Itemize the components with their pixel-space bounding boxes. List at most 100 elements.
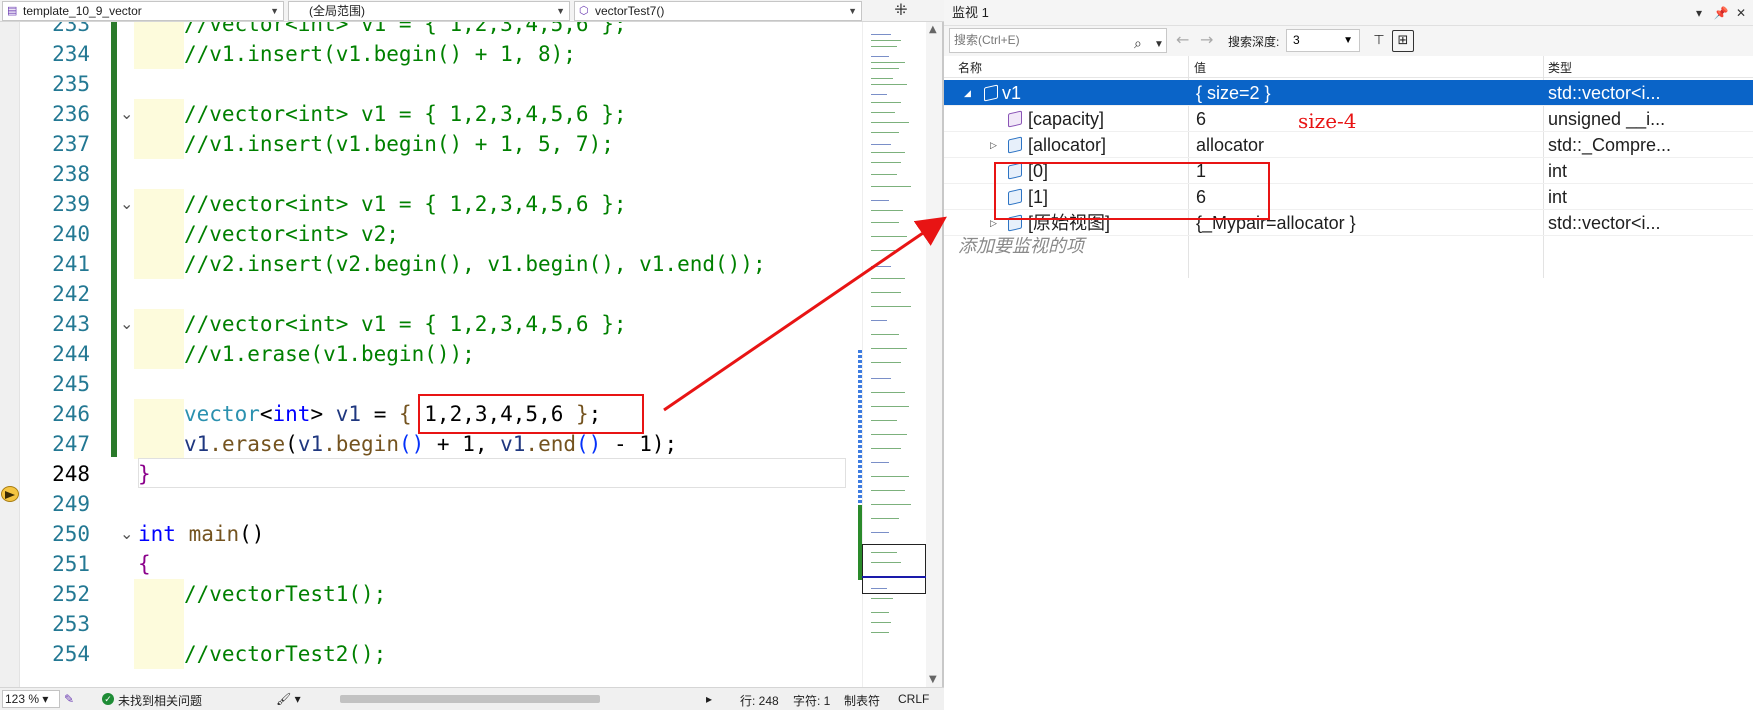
chevron-down-icon: ▼ [556,6,565,16]
watch-row-value[interactable]: 6 [1196,106,1542,132]
code-text: //vector<int> v1 = { 1,2,3,4,5,6 }; [134,189,627,219]
watch-search-input[interactable]: 搜索(Ctrl+E) ⌕ ▼ [949,28,1167,53]
code-line: 234 //v1.insert(v1.begin() + 1, 8); [20,39,862,69]
horizontal-scrollbar[interactable] [330,694,710,704]
column-value-header[interactable]: 值 [1194,59,1206,76]
window-options-icon[interactable]: ▾ [1689,0,1709,26]
chevron-down-icon[interactable]: ▼ [1154,33,1164,56]
scope-dropdown-label: (全局范围) [309,4,365,18]
function-icon: ⬡ [579,5,589,17]
intellicode-icon[interactable]: ✎ [64,692,74,706]
watch-row-type: std::_Compre... [1548,135,1672,155]
watch-row-name: [capacity] [1028,109,1105,129]
code-line: 233 //vector<int> v1 = { 1,2,3,4,5,6 }; [20,22,862,39]
watch-row-type: int [1548,187,1568,207]
scroll-down-icon[interactable]: ▼ [929,674,937,685]
minimap-viewport[interactable] [862,544,926,594]
line-number: 239 [52,192,90,216]
scroll-right-icon[interactable]: ▸ [706,692,712,706]
column-indicator[interactable]: 字符: 1 [793,692,830,709]
collapse-chevron-icon[interactable]: ⌄ [120,519,140,549]
line-number: 247 [52,432,90,456]
function-dropdown-label: vectorTest7() [595,4,665,18]
column-type-header[interactable]: 类型 [1548,59,1572,76]
code-line: 237 //v1.insert(v1.begin() + 1, 5, 7); [20,129,862,159]
collapse-triangle-icon[interactable]: ◢ [964,80,971,106]
search-previous-icon[interactable]: ← [1176,30,1189,49]
view-format-icon[interactable]: ⊞ [1392,30,1414,52]
watch-row[interactable]: ◢ v1 { size=2 } std::vector<i... [944,80,1753,106]
column-name-header[interactable]: 名称 [958,59,982,76]
line-number: 254 [52,642,90,666]
chevron-down-icon: ▼ [848,6,857,16]
code-line: 244 //v1.erase(v1.begin()); [20,339,862,369]
code-line: 251 { [20,549,862,579]
pin-icon[interactable]: 📌 [1711,0,1731,26]
search-icon[interactable]: ⌕ [1134,32,1142,55]
function-dropdown[interactable]: ⬡ vectorTest7() ▼ [574,1,862,21]
project-dropdown[interactable]: ▤ template_10_9_vector ▼ [2,1,284,21]
code-line: 240 //vector<int> v2; [20,219,862,249]
vertical-scrollbar[interactable]: ▲ ▼ [926,22,942,687]
scroll-up-icon[interactable]: ▲ [929,24,937,35]
watch-row[interactable]: ▷ [allocator] allocator std::_Compre... [944,132,1753,158]
watch-row-type: std::vector<i... [1548,213,1661,233]
line-number: 233 [52,22,90,36]
search-depth-select[interactable]: 3 ▼ [1286,29,1360,52]
code-text: //v1.erase(v1.begin()); [134,339,475,369]
breakpoint-margin[interactable] [0,22,20,687]
code-text: //v1.insert(v1.begin() + 1, 8); [134,39,576,69]
watch-row-type: std::vector<i... [1548,83,1661,103]
search-depth-label: 搜索深度: [1228,35,1280,49]
project-dropdown-label: template_10_9_vector [23,4,142,18]
brush-icon[interactable]: 🖌 ▾ [276,692,301,706]
code-text: //vector<int> v1 = { 1,2,3,4,5,6 }; [134,309,627,339]
line-ending-indicator[interactable]: CRLF [898,692,929,706]
line-number: 252 [52,582,90,606]
pin-source-icon[interactable]: ⊤ [1368,30,1390,52]
code-line: 241 //v2.insert(v2.begin(), v1.begin(), … [20,249,862,279]
code-line: 250 ⌄ int main() [20,519,862,549]
minimap-caret-marker [862,576,926,578]
code-line: 242 [20,279,862,309]
line-indicator[interactable]: 行: 248 [740,692,779,709]
highlight-box-elements [994,162,1270,220]
code-text: //vector<int> v2; [134,219,399,249]
close-icon[interactable]: ✕ [1731,0,1751,26]
code-line: 239 ⌄ //vector<int> v1 = { 1,2,3,4,5,6 }… [20,189,862,219]
watch-row-value[interactable]: { size=2 } [1196,80,1542,106]
line-number: 251 [52,552,90,576]
code-line: 254 //vectorTest2(); [20,639,862,669]
highlight-box-initializer [418,394,644,434]
code-text-area[interactable]: 233 //vector<int> v1 = { 1,2,3,4,5,6 }; … [20,22,862,687]
code-line: 252 //vectorTest1(); [20,579,862,609]
expand-triangle-icon[interactable]: ▷ [990,132,997,158]
chevron-down-icon: ▼ [270,6,279,16]
split-window-button[interactable]: ⁜ [890,0,912,22]
line-number: 248 [52,462,90,486]
line-number: 244 [52,342,90,366]
search-next-icon[interactable]: → [1200,30,1213,49]
annotation-label: size-4 [1298,109,1357,133]
code-text: //vectorTest2(); [134,639,386,669]
issues-status[interactable]: 未找到相关问题 [118,692,202,709]
project-icon: ▤ [7,5,18,17]
add-watch-item[interactable]: 添加要监视的项 [958,232,1084,258]
code-text [134,609,184,639]
line-number: 240 [52,222,90,246]
watch-row-type: unsigned __i... [1548,109,1666,129]
line-number: 245 [52,372,90,396]
watch-window-title: 监视 1 [952,5,989,20]
scope-dropdown[interactable]: (全局范围) ▼ [288,1,570,21]
line-number: 234 [52,42,90,66]
indentation-indicator[interactable]: 制表符 [844,692,880,709]
scrollbar-thumb[interactable] [340,695,600,703]
current-statement-arrow-icon [1,486,19,502]
current-line-highlight [138,458,846,488]
watch-toolbar: 搜索(Ctrl+E) ⌕ ▼ ← → 搜索深度: 3 ▼ ⊤ ⊞ [944,26,1753,56]
line-number: 236 [52,102,90,126]
editor-navigation-bar: ▤ template_10_9_vector ▼ (全局范围) ▼ ⬡ vect… [0,0,944,22]
watch-row-value[interactable]: allocator [1196,132,1542,158]
code-editor-pane: ▤ template_10_9_vector ▼ (全局范围) ▼ ⬡ vect… [0,0,944,710]
zoom-dropdown[interactable]: 123 % ▾ [2,690,60,708]
